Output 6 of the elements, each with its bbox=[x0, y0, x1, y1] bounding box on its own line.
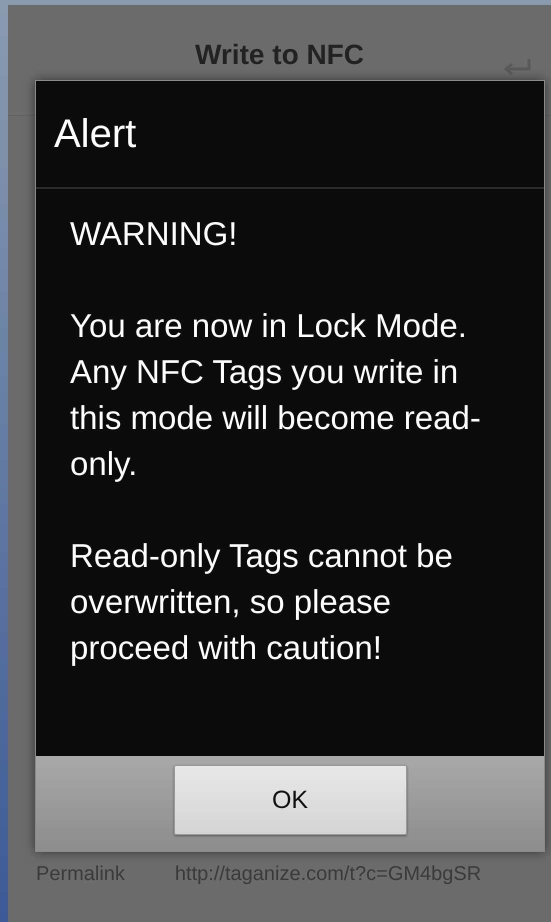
message-paragraph: Read-only Tags cannot be overwritten, so please proceed with caution! bbox=[70, 536, 454, 668]
screen-title: Write to NFC bbox=[194, 39, 364, 71]
message-paragraph: WARNING! bbox=[70, 214, 238, 254]
ok-button[interactable]: OK bbox=[174, 765, 406, 835]
message-paragraph: You are now in Lock Mode. Any NFC Tags you write in this mode will become read-only. bbox=[70, 306, 482, 484]
dialog-title: Alert bbox=[36, 81, 544, 189]
